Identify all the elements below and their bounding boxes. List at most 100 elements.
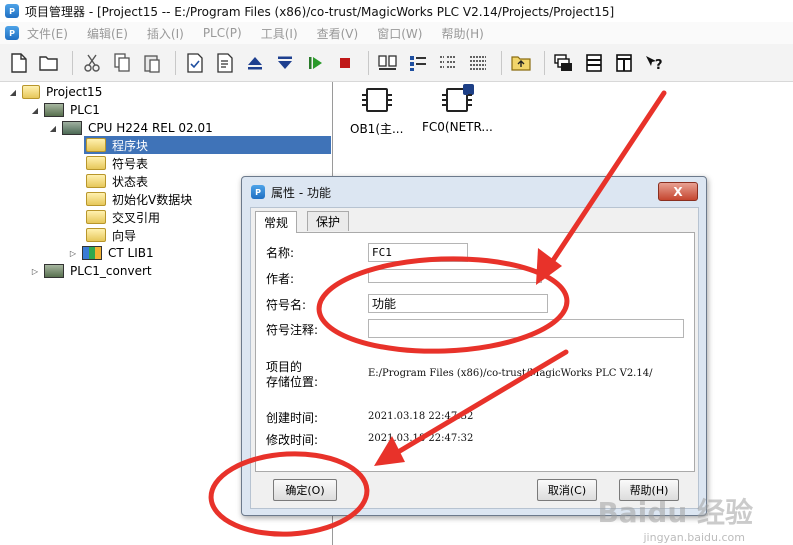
collapse-arrow-icon[interactable]: ◢: [30, 105, 40, 115]
dialog-app-icon: P: [251, 185, 265, 199]
tree-item-label: CPU H224 REL 02.01: [88, 121, 213, 135]
tree-item-project[interactable]: ◢ Project15: [8, 83, 102, 101]
large-icons-icon[interactable]: [375, 50, 401, 76]
data-block-icon: [86, 192, 106, 206]
toolbar-separator: [72, 50, 73, 75]
modified-label: 修改时间:: [266, 433, 319, 447]
collapse-arrow-icon[interactable]: ◢: [8, 87, 18, 97]
collapse-arrow-icon[interactable]: ◢: [48, 123, 58, 133]
created-value: 2021.03.18 22:47:32: [368, 411, 474, 422]
window-title: 项目管理器 - [Project15 -- E:/Program Files (…: [25, 4, 615, 19]
small-icons-icon[interactable]: [405, 50, 431, 76]
menu-view[interactable]: 查看(V): [317, 25, 359, 42]
open-folder-icon[interactable]: [36, 50, 62, 76]
dialog-title-bar[interactable]: P 属性 - 功能 X: [242, 177, 706, 207]
list-icon[interactable]: [435, 50, 461, 76]
symbol-comment-label: 符号注释:: [266, 323, 319, 337]
tree-item-wizard[interactable]: 向导: [86, 226, 136, 244]
cascade-icon[interactable]: [551, 50, 577, 76]
tile-horizontal-icon[interactable]: [581, 50, 607, 76]
tab-panel-general: 名称: FC1 作者: 符号名: 功能 符号注释: 项目的 存储位置: E:/P…: [255, 232, 695, 472]
dialog-body: 常规 保护 名称: FC1 作者: 符号名: 功能 符号注释: 项目的 存储位置…: [250, 207, 699, 509]
menu-tools[interactable]: 工具(I): [261, 25, 298, 42]
tab-protection[interactable]: 保护: [307, 211, 350, 231]
location-label-line2: 存储位置:: [266, 375, 319, 389]
app-icon: P: [5, 4, 19, 18]
tree-item-cpu[interactable]: ◢ CPU H224 REL 02.01: [48, 119, 213, 137]
app-menu-icon[interactable]: P: [5, 26, 19, 40]
library-icon: [82, 246, 102, 260]
author-field[interactable]: [368, 269, 542, 283]
toolbar-separator: [175, 50, 176, 75]
check-icon[interactable]: [182, 50, 208, 76]
location-value: E:/Program Files (x86)/co-trust/MagicWor…: [368, 368, 653, 379]
lock-icon: [463, 84, 475, 95]
project-icon: [22, 85, 40, 99]
watermark-logo: Baidu 经验: [597, 496, 753, 529]
title-bar: P 项目管理器 - [Project15 -- E:/Program Files…: [0, 0, 793, 22]
upload-icon[interactable]: [242, 50, 268, 76]
close-button[interactable]: X: [658, 182, 698, 201]
tree-item-label: Project15: [46, 85, 103, 99]
stop-icon[interactable]: [332, 50, 358, 76]
tree-item-plc1[interactable]: ◢ PLC1: [30, 101, 100, 119]
cut-icon[interactable]: [79, 50, 105, 76]
menu-insert[interactable]: 插入(I): [147, 25, 184, 42]
block-icon: [361, 88, 392, 112]
cancel-button[interactable]: 取消(C): [537, 479, 597, 501]
tree-item-symbol-table[interactable]: 符号表: [86, 154, 148, 172]
tree-item-label: 向导: [112, 228, 137, 243]
expand-arrow-icon[interactable]: ▷: [30, 266, 40, 276]
tree-item-label: PLC1_convert: [70, 264, 152, 278]
symbol-name-field[interactable]: 功能: [368, 294, 548, 313]
created-label: 创建时间:: [266, 411, 319, 425]
expand-arrow-icon[interactable]: ▷: [68, 248, 78, 258]
tree-item-label: 交叉引用: [112, 210, 161, 225]
folder-up-icon[interactable]: [508, 50, 534, 76]
tree-item-label: 符号表: [112, 156, 149, 171]
status-table-icon: [86, 174, 106, 188]
properties-dialog: P 属性 - 功能 X 常规 保护 名称: FC1 作者: 符号名: 功能 符号…: [241, 176, 707, 516]
name-field[interactable]: FC1: [368, 243, 468, 262]
help-icon[interactable]: ?: [641, 50, 667, 76]
locked-block-icon: [442, 84, 475, 112]
menu-file[interactable]: 文件(E): [27, 25, 68, 42]
toolbar-separator: [368, 50, 369, 75]
menu-help[interactable]: 帮助(H): [441, 25, 483, 42]
symbol-comment-field[interactable]: [368, 319, 684, 338]
block-ob1[interactable]: OB1(主...: [350, 88, 403, 137]
run-icon[interactable]: [302, 50, 328, 76]
watermark-url: jingyan.baidu.com: [643, 531, 745, 544]
plc-icon: [44, 264, 64, 278]
download-icon[interactable]: [272, 50, 298, 76]
tile-vertical-icon[interactable]: [611, 50, 637, 76]
copy-icon[interactable]: [109, 50, 135, 76]
new-file-icon[interactable]: [6, 50, 32, 76]
menu-bar: P 文件(E) 编辑(E) 插入(I) PLC(P) 工具(I) 查看(V) 窗…: [0, 22, 793, 44]
menu-edit[interactable]: 编辑(E): [87, 25, 128, 42]
menu-plc[interactable]: PLC(P): [203, 26, 242, 40]
symbol-table-icon: [86, 156, 106, 170]
program-block-icon: [86, 138, 106, 152]
symbol-name-label: 符号名:: [266, 298, 307, 312]
svg-text:?: ?: [655, 58, 663, 72]
ok-button[interactable]: 确定(O): [273, 479, 337, 501]
wizard-icon: [86, 228, 106, 242]
menu-window[interactable]: 窗口(W): [377, 25, 422, 42]
tree-item-init-v-data[interactable]: 初始化V数据块: [86, 190, 192, 208]
tree-item-plc1-convert[interactable]: ▷ PLC1_convert: [30, 262, 152, 280]
tree-item-status-table[interactable]: 状态表: [86, 172, 148, 190]
compile-icon[interactable]: [212, 50, 238, 76]
tree-item-ct-lib[interactable]: ▷ CT LIB1: [68, 244, 154, 262]
tree-item-cross-reference[interactable]: 交叉引用: [86, 208, 160, 226]
tree-item-label: CT LIB1: [108, 246, 154, 260]
tree-item-label: 程序块: [112, 138, 149, 153]
toolbar: ?: [0, 44, 793, 82]
tree-item-program-blocks[interactable]: 程序块: [84, 136, 331, 154]
paste-icon[interactable]: [139, 50, 165, 76]
details-icon[interactable]: [465, 50, 491, 76]
tab-general[interactable]: 常规: [255, 211, 298, 233]
modified-value: 2021.03.18 22:47:32: [368, 433, 474, 444]
block-fc0[interactable]: FC0(NETR...: [422, 84, 493, 134]
cpu-icon: [62, 121, 82, 135]
